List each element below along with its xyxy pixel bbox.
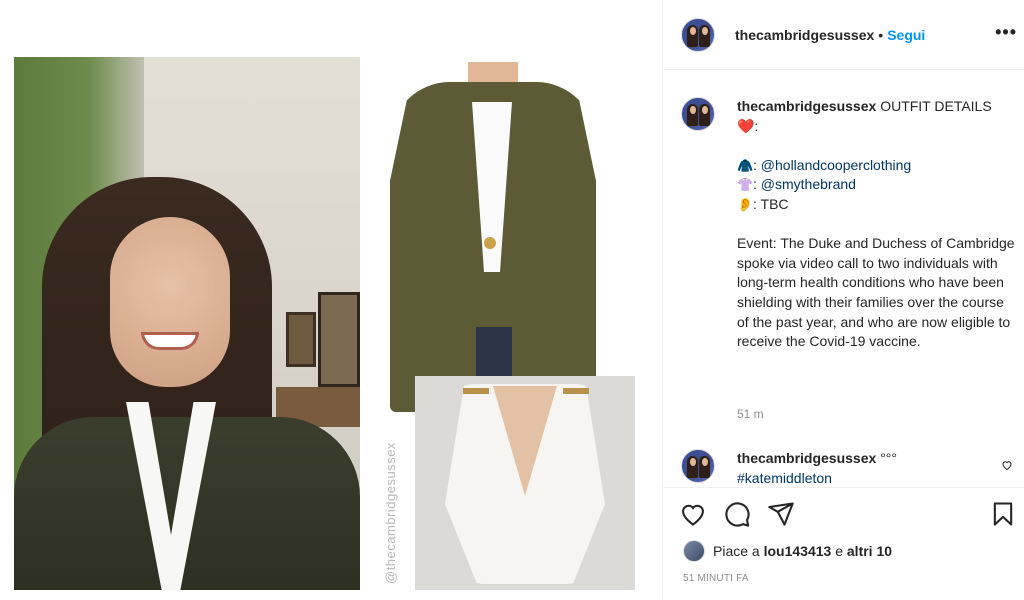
follow-button[interactable]: Segui [887,27,925,43]
caption-username[interactable]: thecambridgesussex [737,98,876,114]
caption-colon: : [753,156,757,173]
post-timestamp[interactable]: 51 minuti fa [683,573,749,584]
photo-blazer [380,62,606,422]
photo-portrait [14,57,360,590]
avatar[interactable] [681,17,715,52]
caption-colon: : [753,176,757,193]
caption-event-text: Event: The Duke and Duchess of Cambridge… [737,235,1015,350]
mention-link[interactable]: @hollandcooperclothing [761,157,911,173]
caption-item-text: TBC [760,195,789,212]
bookmark-icon[interactable] [989,500,1019,530]
photo-bodysuit [415,376,635,590]
likes-others[interactable]: altri 10 [847,543,892,559]
caption-colon: : [753,195,757,212]
comment-suffix: °°° [880,450,897,466]
comments-list[interactable]: thecambridgesussex OUTFIT DETAILS ❤️: 🧥:… [663,71,1024,487]
heart-icon[interactable] [679,500,709,530]
ear-emoji-icon: 👂 [737,196,754,212]
more-icon[interactable]: ••• [995,22,1017,43]
likes-prefix: Piace a [713,543,760,559]
likes-connector: e [835,543,843,559]
likes-summary: Piace a lou143413 e altri 10 [683,540,892,562]
jacket-emoji-icon: 🧥 [737,157,754,173]
action-bar: Piace a lou143413 e altri 10 51 minuti f… [663,487,1024,600]
header-username[interactable]: thecambridgesussex [735,27,874,43]
heart-emoji-icon: ❤️ [737,117,755,134]
avatar[interactable] [681,97,715,131]
comment-icon[interactable] [723,500,753,530]
hashtag-link[interactable]: #katemiddleton [737,470,832,486]
comment-username[interactable]: thecambridgesussex [737,450,876,466]
caption-title: OUTFIT DETAILS [880,98,992,114]
watermark: @thecambridgesussex [383,442,398,584]
avatar[interactable] [681,449,715,483]
post-image[interactable]: @thecambridgesussex [0,0,662,600]
mention-link[interactable]: @smythebrand [761,176,856,192]
comment-like-icon[interactable] [1001,459,1013,474]
liker-avatar[interactable] [683,540,705,562]
liker-username[interactable]: lou143413 [764,543,832,559]
post-header: thecambridgesussex • Segui ••• [663,0,1024,70]
shirt-emoji-icon: 👚 [737,177,754,193]
share-icon[interactable] [767,500,797,530]
header-separator: • [878,26,884,43]
post-sidebar: thecambridgesussex • Segui ••• thecambri… [662,0,1024,600]
caption-colon: : [754,117,759,134]
caption-time[interactable]: 51 m [737,407,764,421]
